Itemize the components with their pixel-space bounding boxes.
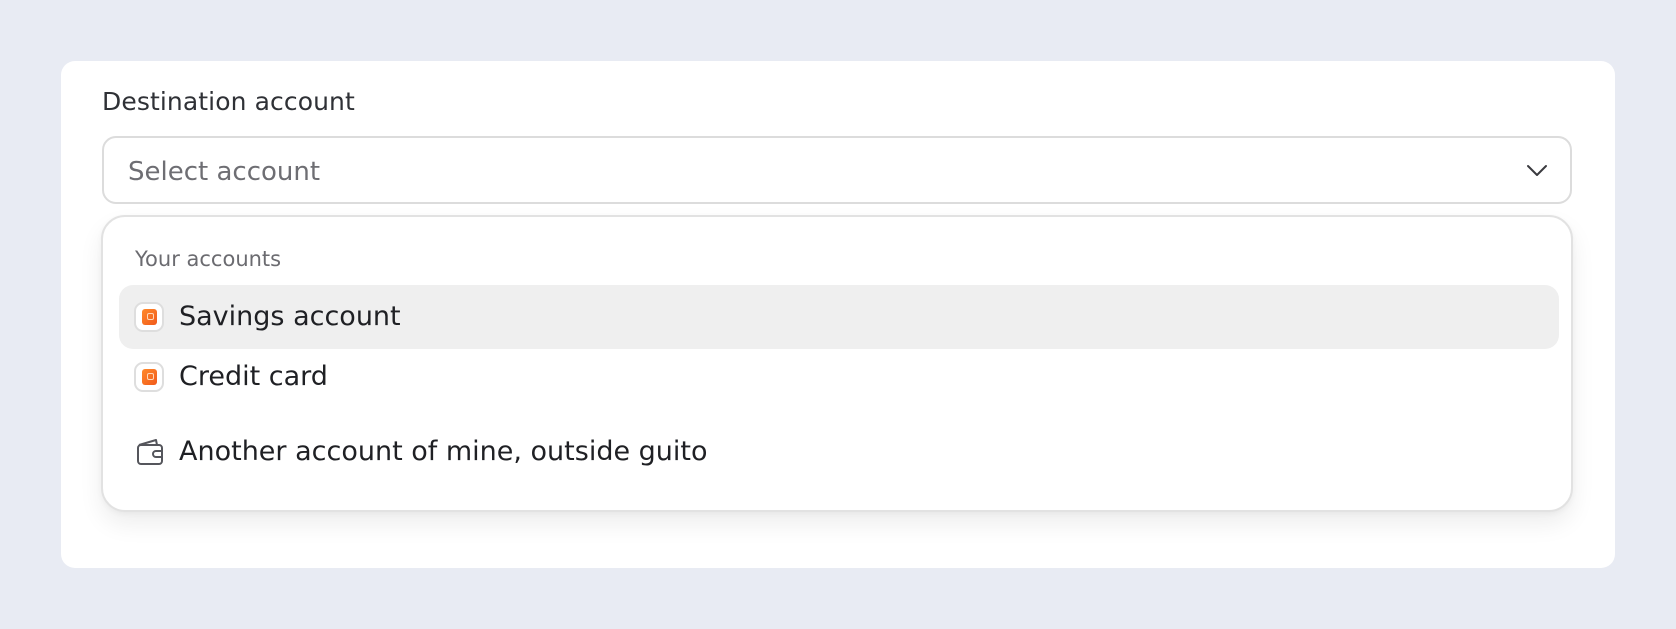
bank-account-icon [134, 302, 164, 332]
destination-account-label: Destination account [102, 87, 355, 116]
bank-account-icon [134, 362, 164, 392]
option-savings-account[interactable]: Savings account [119, 285, 1559, 349]
wallet-icon [137, 439, 163, 465]
destination-account-card: Destination account Select account Your … [61, 61, 1615, 568]
option-external-account[interactable]: Another account of mine, outside guito [119, 420, 1559, 484]
option-label: Savings account [179, 301, 401, 332]
option-label: Another account of mine, outside guito [179, 436, 708, 467]
option-label: Credit card [179, 361, 328, 392]
option-credit-card[interactable]: Credit card [119, 345, 1559, 409]
your-accounts-group-label: Your accounts [135, 247, 282, 271]
chevron-down-icon [1527, 165, 1547, 176]
account-dropdown-menu: Your accounts Savings account Credit car… [101, 215, 1573, 512]
select-placeholder: Select account [128, 157, 321, 187]
account-select[interactable]: Select account [102, 136, 1572, 204]
